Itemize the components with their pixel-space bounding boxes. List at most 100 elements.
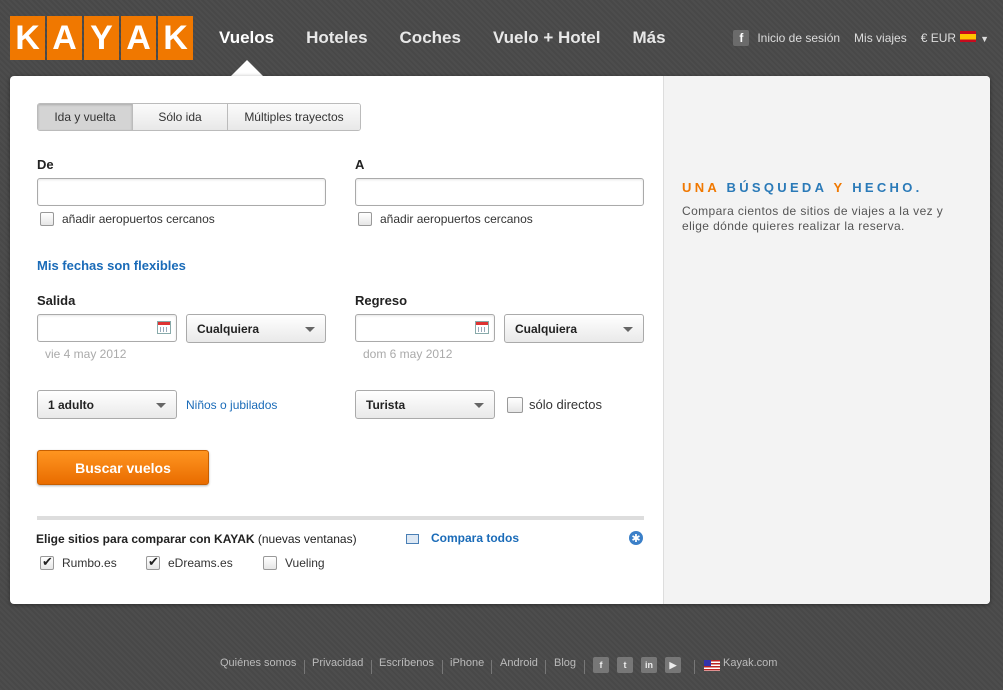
- site-label-vueling: Vueling: [285, 556, 325, 570]
- logo-letter: Y: [84, 16, 119, 60]
- logo-letter: K: [158, 16, 193, 60]
- linkedin-icon[interactable]: in: [641, 657, 657, 673]
- compare-sites-text: Elige sitios para comparar con KAYAK (nu…: [36, 532, 357, 546]
- footer-link-blog[interactable]: Blog: [554, 657, 576, 669]
- promo-sidebar: UNA BÚSQUEDA Y HECHO. Compara cientos de…: [664, 76, 990, 604]
- footer-separator: [371, 660, 372, 674]
- nearby-destination-checkbox[interactable]: [358, 212, 372, 226]
- my-trips-link[interactable]: Mis viajes: [854, 31, 907, 45]
- nav-hotels[interactable]: Hoteles: [306, 28, 367, 48]
- return-time-select[interactable]: Cualquiera: [504, 314, 644, 343]
- us-flag-icon: [704, 660, 720, 671]
- chevron-down-icon: ▼: [980, 34, 989, 44]
- divider: [37, 516, 644, 520]
- calendar-icon[interactable]: [157, 321, 171, 334]
- from-label: De: [37, 157, 54, 172]
- footer-link-about[interactable]: Quiénes somos: [220, 657, 296, 669]
- tab-round-trip[interactable]: Ida y vuelta: [38, 104, 133, 130]
- depart-date-input[interactable]: [37, 314, 177, 342]
- footer-link-iphone[interactable]: iPhone: [450, 657, 484, 669]
- footer-link-contact[interactable]: Escríbenos: [379, 657, 434, 669]
- promo-tagline: UNA BÚSQUEDA Y HECHO.: [682, 180, 923, 195]
- return-label: Regreso: [355, 293, 408, 308]
- nav-more[interactable]: Más: [632, 28, 665, 48]
- compare-suffix: (nuevas ventanas): [254, 532, 357, 546]
- dropdown-arrow-icon: [474, 403, 484, 408]
- direct-only-label: sólo directos: [529, 397, 602, 412]
- tagline-word: HECHO.: [852, 180, 923, 195]
- passengers-select[interactable]: 1 adulto: [37, 390, 177, 419]
- footer-link-kayak-com[interactable]: Kayak.com: [723, 657, 777, 669]
- footer-separator: [304, 660, 305, 674]
- site-checkbox-edreams[interactable]: [146, 554, 160, 570]
- active-nav-pointer: [230, 60, 264, 77]
- nav-cars[interactable]: Coches: [400, 28, 461, 48]
- footer-link-android[interactable]: Android: [500, 657, 538, 669]
- dropdown-arrow-icon: [156, 403, 166, 408]
- site-label-edreams: eDreams.es: [168, 556, 233, 570]
- compare-all-link[interactable]: Compara todos: [431, 531, 519, 545]
- footer: Quiénes somos Privacidad Escríbenos iPho…: [0, 657, 1003, 677]
- new-window-icon: [406, 534, 419, 544]
- origin-input[interactable]: [37, 178, 326, 206]
- site-checkbox-rumbo[interactable]: [40, 554, 54, 570]
- nearby-destination-label: añadir aeropuertos cercanos: [380, 212, 533, 226]
- nav-flight-hotel[interactable]: Vuelo + Hotel: [493, 28, 601, 48]
- site-checkbox-vueling[interactable]: [263, 556, 277, 570]
- facebook-icon[interactable]: f: [733, 30, 750, 46]
- site-label-rumbo: Rumbo.es: [62, 556, 117, 570]
- main-nav: Vuelos Hoteles Coches Vuelo + Hotel Más: [219, 28, 698, 48]
- cabin-class-value: Turista: [366, 397, 406, 412]
- search-flights-button[interactable]: Buscar vuelos: [37, 450, 209, 485]
- tagline-word: BÚSQUEDA: [726, 180, 827, 195]
- footer-separator: [442, 660, 443, 674]
- nearby-origin-checkbox[interactable]: [40, 212, 54, 226]
- tab-multi-city[interactable]: Múltiples trayectos: [228, 104, 360, 130]
- tab-one-way[interactable]: Sólo ida: [133, 104, 228, 130]
- promo-text: Compara cientos de sitios de viajes a la…: [682, 204, 944, 233]
- nav-flights[interactable]: Vuelos: [219, 28, 274, 48]
- depart-label: Salida: [37, 293, 76, 308]
- return-date-hint: dom 6 may 2012: [363, 347, 453, 361]
- return-time-value: Cualquiera: [515, 321, 578, 336]
- footer-separator: [491, 660, 492, 674]
- logo-letter: K: [10, 16, 45, 60]
- header-account: f Inicio de sesión Mis viajes € EUR ▼: [733, 30, 989, 46]
- tagline-word: Y: [833, 180, 846, 195]
- direct-only-checkbox[interactable]: [507, 397, 523, 413]
- to-label: A: [355, 157, 365, 172]
- return-date-input[interactable]: [355, 314, 495, 342]
- depart-time-select[interactable]: Cualquiera: [186, 314, 326, 343]
- tagline-word: UNA: [682, 180, 720, 195]
- search-panel: Ida y vuelta Sólo ida Múltiples trayecto…: [10, 76, 990, 604]
- flight-search-form: Ida y vuelta Sólo ida Múltiples trayecto…: [10, 76, 664, 604]
- destination-input[interactable]: [355, 178, 644, 206]
- depart-time-value: Cualquiera: [197, 321, 260, 336]
- footer-link-privacy[interactable]: Privacidad: [312, 657, 363, 669]
- gear-icon[interactable]: ✱: [629, 531, 643, 545]
- spain-flag-icon: [960, 31, 977, 42]
- currency-selector[interactable]: € EUR ▼: [921, 31, 989, 45]
- youtube-icon[interactable]: ▶: [665, 657, 681, 673]
- footer-separator: [694, 660, 695, 674]
- footer-separator: [545, 660, 546, 674]
- trip-type-tabs: Ida y vuelta Sólo ida Múltiples trayecto…: [37, 103, 361, 131]
- logo-letter: A: [47, 16, 82, 60]
- dropdown-arrow-icon: [305, 327, 315, 332]
- flexible-dates-link[interactable]: Mis fechas son flexibles: [37, 258, 186, 273]
- children-seniors-link[interactable]: Niños o jubilados: [186, 398, 277, 412]
- login-link[interactable]: Inicio de sesión: [757, 31, 840, 45]
- logo-letter: A: [121, 16, 156, 60]
- twitter-icon[interactable]: t: [617, 657, 633, 673]
- passengers-value: 1 adulto: [48, 397, 95, 412]
- footer-separator: [584, 660, 585, 674]
- calendar-icon[interactable]: [475, 321, 489, 334]
- dropdown-arrow-icon: [623, 327, 633, 332]
- facebook-icon[interactable]: f: [593, 657, 609, 673]
- nearby-origin-label: añadir aeropuertos cercanos: [62, 212, 215, 226]
- kayak-logo[interactable]: K A Y A K: [10, 16, 193, 60]
- currency-label: € EUR: [920, 31, 957, 45]
- depart-date-hint: vie 4 may 2012: [45, 347, 127, 361]
- compare-prefix: Elige sitios para comparar con KAYAK: [36, 532, 255, 546]
- cabin-class-select[interactable]: Turista: [355, 390, 495, 419]
